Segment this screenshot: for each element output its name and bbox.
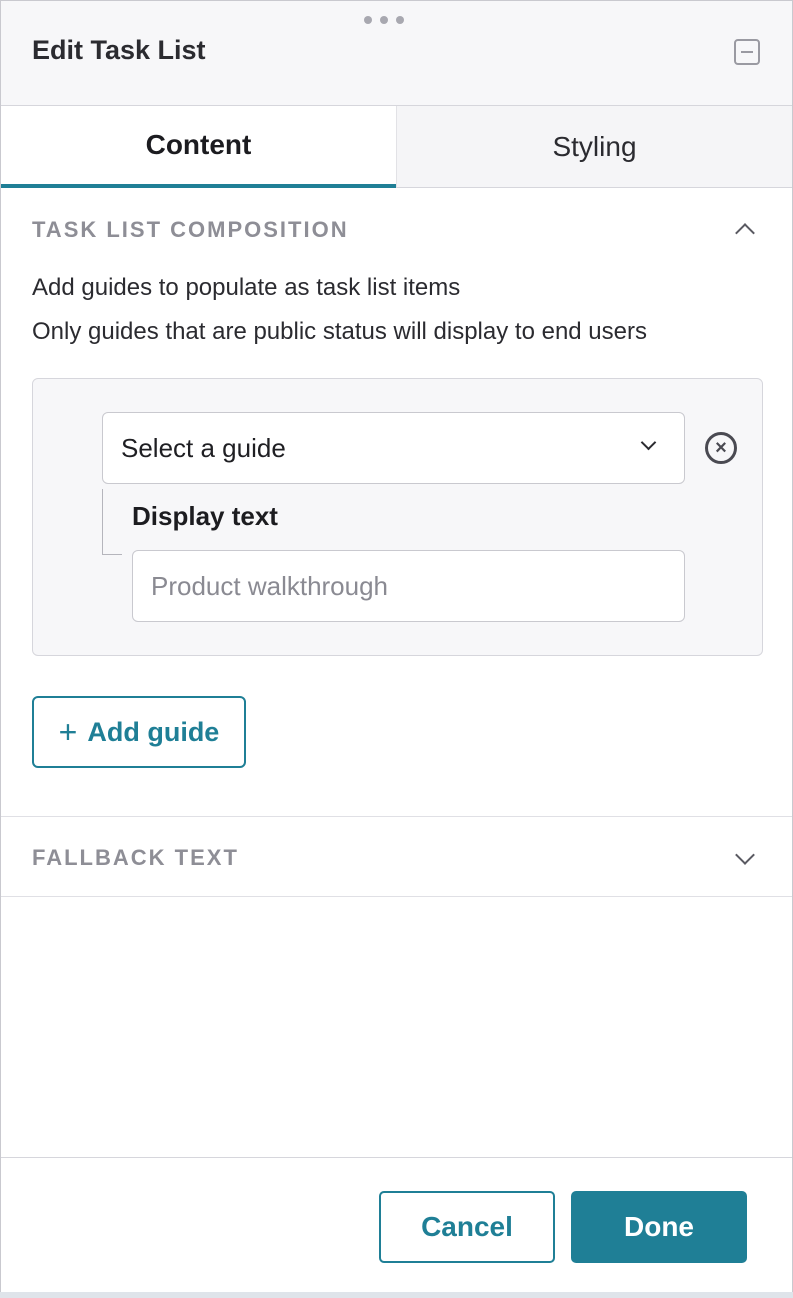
composition-description-line1: Add guides to populate as task list item… (32, 274, 461, 301)
composition-description-line2: Only guides that are public status will … (32, 318, 647, 345)
chevron-down-icon (640, 434, 657, 451)
cancel-button[interactable]: Cancel (379, 1191, 555, 1263)
panel-title: Edit Task List (32, 35, 206, 65)
done-button[interactable]: Done (571, 1191, 747, 1263)
plus-icon: + (58, 714, 78, 750)
composition-section-title[interactable]: TASK LIST COMPOSITION (32, 217, 349, 243)
minimize-icon[interactable] (734, 39, 760, 65)
tab-styling[interactable]: Styling (396, 106, 792, 188)
bottom-edge (0, 1292, 793, 1298)
tab-bar: Content Styling (1, 106, 792, 188)
fallback-section-title[interactable]: FALLBACK TEXT (32, 845, 239, 871)
edit-task-list-panel: Edit Task List Content Styling TASK LIST… (0, 0, 793, 1298)
panel-header: Edit Task List (1, 1, 792, 106)
section-divider (1, 816, 792, 817)
add-guide-label: Add guide (87, 716, 220, 747)
add-guide-button[interactable]: + Add guide (32, 696, 246, 768)
remove-circle-icon[interactable]: × (705, 432, 737, 464)
tree-connector-line (102, 489, 122, 555)
tab-content[interactable]: Content (1, 106, 396, 188)
display-text-input[interactable] (132, 550, 685, 622)
guide-select-dropdown[interactable]: Select a guide (102, 412, 685, 484)
panel-footer: Cancel Done (1, 1157, 792, 1297)
section-divider (1, 896, 792, 897)
drag-handle-icon[interactable] (364, 15, 404, 25)
chevron-down-icon[interactable] (735, 845, 755, 865)
guide-item-card: Select a guide × Display text (32, 378, 763, 656)
chevron-up-icon[interactable] (735, 223, 755, 243)
display-text-label: Display text (132, 501, 278, 531)
guide-select-value: Select a guide (121, 432, 286, 463)
